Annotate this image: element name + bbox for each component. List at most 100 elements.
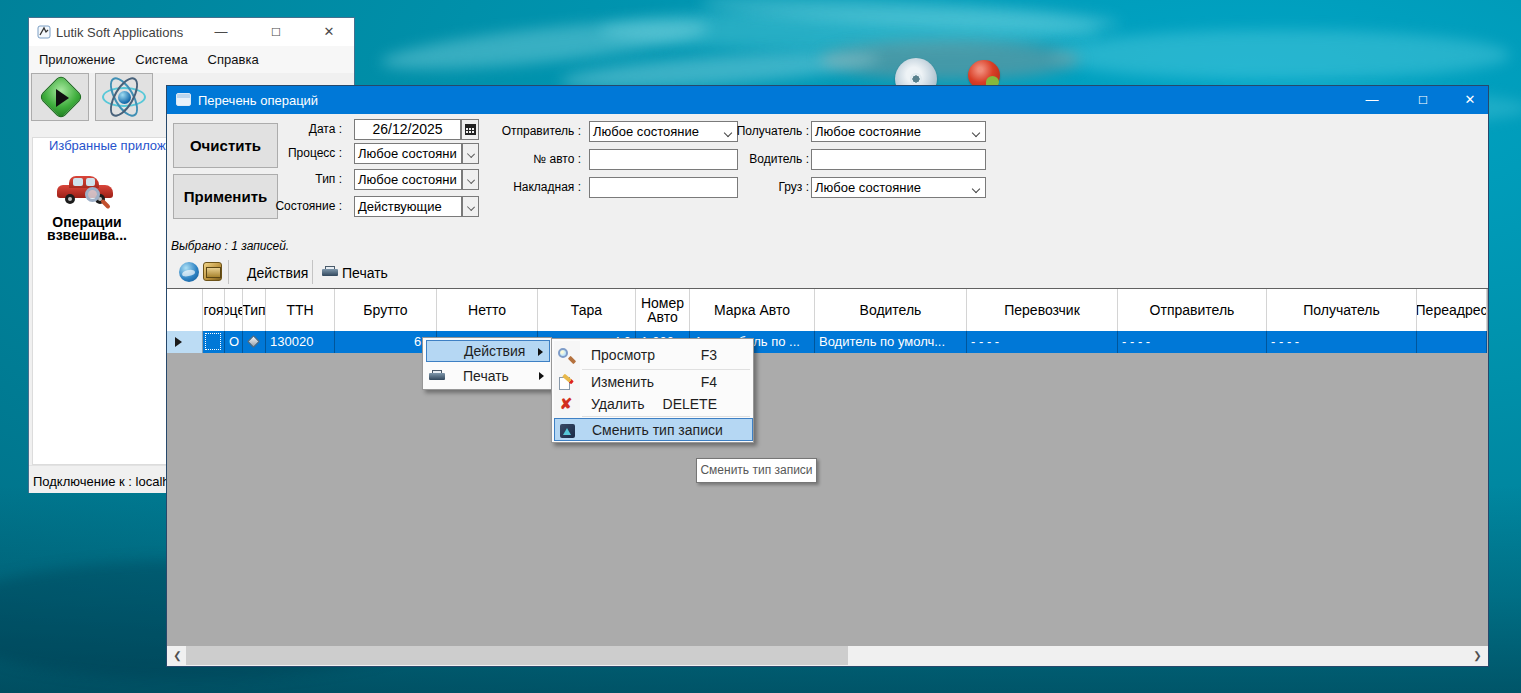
menu-item-2[interactable]: Справка [198, 46, 269, 73]
play-icon [56, 89, 69, 107]
grid-cell-state[interactable] [203, 331, 225, 353]
operations-toolbar: Действия Печать [167, 256, 1488, 288]
operations-window-title: Перечень операций [198, 93, 318, 108]
scroll-right-arrow[interactable]: ❯ [1469, 646, 1486, 665]
grid-cell-perevozchik[interactable]: - - - - [967, 331, 1118, 353]
submenu-item-label: Просмотр [591, 342, 655, 368]
actions-menu-button[interactable]: Действия [247, 265, 308, 281]
grid-header-otpravitel[interactable]: Отправитель [1118, 289, 1267, 331]
submenu-item-shortcut: DELETE [663, 393, 717, 415]
connection-status-text: Подключение к : localho [33, 474, 177, 489]
wallpaper-streak [1050, 30, 1510, 80]
chevron-down-icon [467, 203, 475, 211]
grid-cell-pereadres[interactable] [1417, 331, 1487, 353]
process-combo[interactable]: Любое состояни [354, 143, 462, 164]
submenu-item-0[interactable]: ПросмотрF3 [554, 342, 753, 368]
type-combo[interactable]: Любое состояни [354, 169, 462, 190]
state-label: Состояние : [252, 196, 342, 217]
chevron-down-icon [972, 185, 980, 193]
operations-grid[interactable]: гояоцеОТипТТН130020Брутто6.6Нетто2.6Тара… [167, 288, 1488, 646]
chevron-down-icon [972, 129, 980, 137]
grid-header-ttn[interactable]: ТТН [266, 289, 335, 331]
grid-header-poluchatel[interactable]: Получатель [1267, 289, 1417, 331]
receiver-combo[interactable]: Любое состояние [811, 121, 986, 142]
grid-cell-poluchatel[interactable]: - - - - [1267, 331, 1417, 353]
atom-core-icon [118, 91, 131, 104]
record-type-diamond-icon [247, 335, 260, 348]
cargo-label: Груз : [709, 177, 809, 198]
driver-input[interactable] [811, 149, 986, 170]
grid-cell-otpravitel[interactable]: - - - - [1118, 331, 1267, 353]
grid-header-netto[interactable]: Нетто [437, 289, 538, 331]
printer-icon [429, 370, 445, 382]
submenu-item-1[interactable]: ИзменитьF4 [554, 372, 753, 393]
grid-header-nomer-avto[interactable]: Номер Авто [636, 289, 690, 331]
grid-header-tara[interactable]: Тара [538, 289, 636, 331]
selection-info: Выбрано : 1 записей. [171, 239, 289, 253]
date-field[interactable]: 26/12/2025 [354, 119, 461, 140]
cargo-combo[interactable]: Любое состояние [811, 177, 986, 198]
process-drop-button[interactable] [462, 143, 479, 164]
lutik-titlebar[interactable]: Lutik Soft Applications — ☐ ✕ [29, 18, 354, 46]
context-menu-item-print[interactable]: Печать [426, 365, 550, 387]
run-app-button[interactable] [31, 73, 89, 121]
grid-cell-ttn[interactable]: 130020 [266, 331, 335, 353]
submenu-item-shortcut: F4 [701, 372, 717, 393]
menu-item-0[interactable]: Приложение [29, 46, 125, 73]
grid-cell-voditel[interactable]: Водитель по умолч... [815, 331, 967, 353]
submenu-item-2[interactable]: ✘УдалитьDELETE [554, 393, 753, 415]
change-type-icon [560, 424, 575, 438]
grid-header-state[interactable]: гоя [203, 289, 225, 331]
lutik-app-icon [37, 25, 51, 39]
chevron-down-icon [467, 176, 475, 184]
operations-close-button[interactable]: ✕ [1462, 92, 1478, 108]
lutik-menubar: ПриложениеСистемаСправка [29, 46, 354, 73]
operations-titlebar[interactable]: Перечень операций — ☐ ✕ [167, 86, 1488, 114]
state-drop-button[interactable] [462, 196, 479, 217]
type-label: Тип : [252, 169, 342, 190]
operations-window-icon [176, 93, 191, 106]
submenu-item-label: Сменить тип записи [592, 419, 723, 442]
grid-cell-rowheader[interactable] [167, 331, 203, 353]
cell-focus-rect [205, 333, 221, 350]
tooltip: Сменить тип записи [696, 458, 817, 483]
calendar-icon [465, 124, 476, 135]
atom-button[interactable] [95, 73, 153, 121]
grid-header-rowheader[interactable] [167, 289, 203, 331]
context-menu-item-actions[interactable]: Действия [426, 340, 550, 362]
waybill-label: Накладная : [481, 177, 581, 198]
grid-header-type[interactable]: Тип [243, 289, 266, 331]
scrollbar-thumb[interactable] [186, 646, 848, 665]
safe-icon[interactable] [203, 262, 222, 281]
edit-pencil-icon [558, 375, 574, 391]
lutik-close-button[interactable]: ✕ [321, 24, 337, 40]
menu-separator [582, 369, 750, 370]
grid-header-voditel[interactable]: Водитель [815, 289, 967, 331]
auto-number-label: № авто : [481, 149, 581, 170]
globe-icon[interactable] [179, 262, 199, 282]
submenu-item-3[interactable]: Сменить тип записи [554, 418, 753, 441]
grid-header-marka-avto[interactable]: Марка Авто [690, 289, 815, 331]
grid-header-brutto[interactable]: Брутто [335, 289, 437, 331]
magnifier-icon [558, 347, 574, 363]
print-menu-button[interactable]: Печать [342, 265, 388, 281]
submenu-arrow-icon [538, 348, 543, 356]
context-menu: Действия Печать [422, 337, 552, 390]
favorite-app-label: Операции взвешива... [37, 216, 137, 242]
grid-cell-process[interactable]: О [225, 331, 243, 353]
type-drop-button[interactable] [462, 169, 479, 190]
menu-item-1[interactable]: Система [125, 46, 197, 73]
grid-header-pereadres[interactable]: Переадрес [1417, 289, 1487, 331]
scroll-left-arrow[interactable]: ❮ [169, 646, 186, 665]
lutik-minimize-button[interactable]: — [213, 24, 229, 40]
grid-header-process[interactable]: оце [225, 289, 243, 331]
chevron-down-icon [467, 150, 475, 158]
grid-header-perevozchik[interactable]: Перевозчик [967, 289, 1118, 331]
operations-maximize-button[interactable]: ☐ [1415, 92, 1431, 108]
operations-minimize-button[interactable]: — [1364, 92, 1380, 108]
horizontal-scrollbar[interactable]: ❮ ❯ [167, 646, 1488, 665]
grid-cell-type[interactable] [243, 331, 266, 353]
calendar-button[interactable] [461, 119, 479, 140]
state-combo[interactable]: Действующие [354, 196, 462, 217]
lutik-maximize-button[interactable]: ☐ [268, 24, 284, 40]
